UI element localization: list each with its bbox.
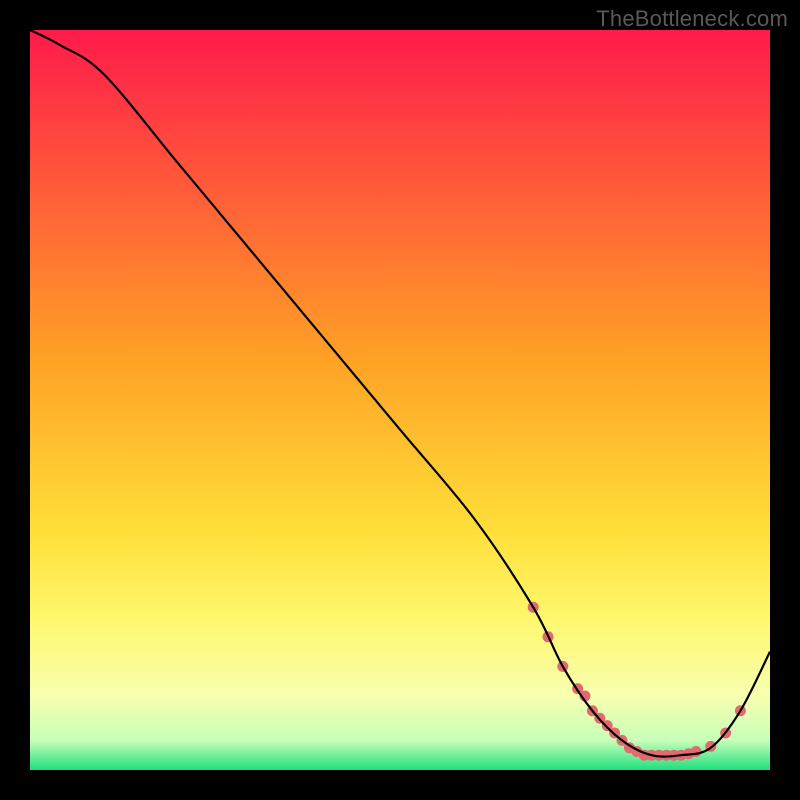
chart-stage: TheBottleneck.com: [0, 0, 800, 800]
watermark-text: TheBottleneck.com: [596, 6, 788, 32]
chart-svg: [30, 30, 770, 770]
gradient-background: [30, 30, 770, 770]
plot-area: [30, 30, 770, 770]
